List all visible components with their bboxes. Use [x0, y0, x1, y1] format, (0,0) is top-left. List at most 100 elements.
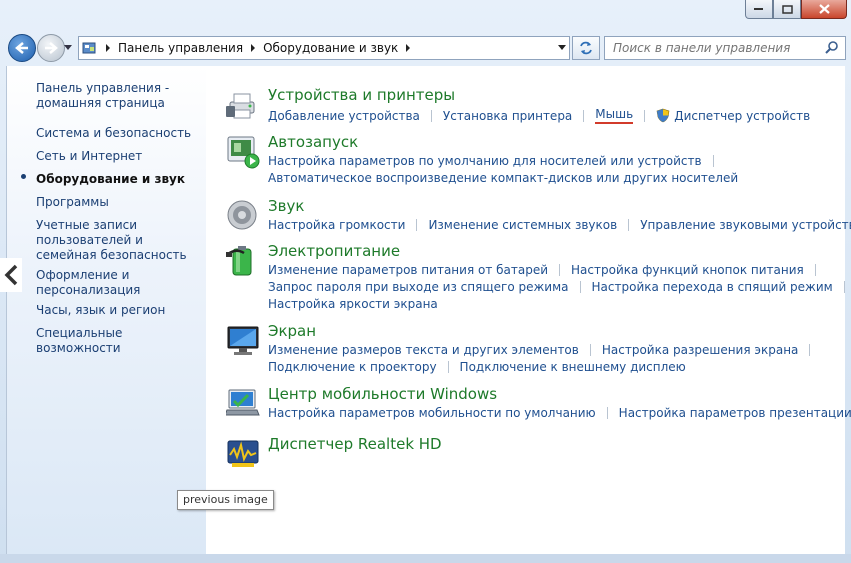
link-battery-settings[interactable]: Изменение параметров питания от батарей — [268, 263, 548, 277]
maximize-button[interactable] — [773, 0, 801, 19]
link-volume[interactable]: Настройка громкости — [268, 218, 405, 232]
separator — [628, 219, 630, 231]
sidebar: Панель управления - домашняя страница Си… — [6, 66, 207, 554]
speaker-icon[interactable] — [226, 199, 260, 233]
realtek-icon[interactable] — [226, 437, 260, 471]
chevron-left-icon — [4, 264, 18, 286]
maximize-icon — [781, 4, 793, 14]
link-projector[interactable]: Подключение к проектору — [268, 360, 437, 374]
sidebar-item-appearance[interactable]: Оформление и персонализация — [36, 268, 201, 298]
link-autoplay-cds[interactable]: Автоматическое воспроизведение компакт-д… — [268, 171, 738, 185]
separator — [447, 361, 449, 373]
breadcrumb-separator[interactable] — [106, 44, 110, 52]
link-row: Подключение к проектору Подключение к вн… — [268, 360, 686, 374]
link-audio-devices[interactable]: Управление звуковыми устройствами — [640, 218, 851, 232]
separator — [430, 109, 432, 122]
sidebar-item-clock-region[interactable]: Часы, язык и регион — [36, 303, 201, 318]
search-input[interactable] — [611, 40, 825, 56]
breadcrumb-hardware-and-sound[interactable]: Оборудование и звук — [260, 37, 401, 59]
category-title[interactable]: Центр мобильности Windows — [268, 385, 497, 403]
breadcrumb-separator[interactable] — [251, 44, 256, 52]
sidebar-item-programs[interactable]: Программы — [36, 195, 201, 210]
sidebar-item-home[interactable]: Панель управления - домашняя страница — [36, 81, 201, 111]
link-row: Изменение размеров текста и других элеме… — [268, 343, 821, 357]
breadcrumb-control-panel[interactable]: Панель управления — [115, 37, 246, 59]
uac-shield-icon — [656, 108, 670, 123]
link-sleep-settings[interactable]: Настройка перехода в спящий режим — [592, 280, 833, 294]
link-external-display[interactable]: Подключение к внешнему дисплею — [460, 360, 686, 374]
address-bar[interactable]: Панель управления Оборудование и звук — [78, 36, 570, 60]
back-arrow-icon — [15, 42, 28, 54]
close-button[interactable] — [801, 0, 847, 19]
monitor-icon[interactable] — [226, 324, 260, 358]
printer-icon[interactable] — [226, 88, 260, 122]
caption-buttons — [745, 0, 847, 20]
separator — [589, 344, 591, 356]
separator — [644, 109, 646, 122]
link-row: Добавление устройства Установка принтера… — [268, 107, 810, 124]
sidebar-item-hardware-sound[interactable]: Оборудование и звук — [36, 172, 201, 187]
category-title[interactable]: Устройства и принтеры — [268, 86, 455, 104]
link-system-sounds[interactable]: Изменение системных звуков — [428, 218, 617, 232]
main-content: Устройства и принтеры Добавление устройс… — [206, 66, 851, 554]
battery-icon[interactable] — [226, 244, 260, 278]
breadcrumb-separator[interactable] — [406, 44, 411, 52]
link-row: Запрос пароля при выходе из спящего режи… — [268, 280, 851, 294]
separator — [814, 264, 816, 276]
link-autoplay-defaults[interactable]: Настройка параметров по умолчанию для но… — [268, 154, 702, 168]
search-box[interactable] — [604, 36, 846, 60]
previous-image-button[interactable] — [0, 258, 22, 292]
link-presentation-settings[interactable]: Настройка параметров презентации — [619, 406, 851, 420]
separator — [583, 109, 585, 122]
separator — [843, 281, 845, 293]
link-device-manager[interactable]: Диспетчер устройств — [674, 109, 810, 123]
category-title[interactable]: Диспетчер Realtek HD — [268, 435, 442, 453]
category-title[interactable]: Электропитание — [268, 242, 400, 260]
link-row: Настройка параметров мобильности по умол… — [268, 406, 851, 420]
search-icon[interactable] — [825, 40, 839, 54]
back-button[interactable] — [8, 34, 36, 62]
refresh-button[interactable] — [572, 36, 600, 60]
separator — [579, 281, 581, 293]
history-dropdown-icon[interactable] — [64, 43, 73, 52]
separator — [712, 155, 714, 167]
link-mobility-defaults[interactable]: Настройка параметров мобильности по умол… — [268, 406, 596, 420]
address-dropdown-icon[interactable] — [558, 45, 566, 50]
explorer-window: Панель управления Оборудование и звук Па… — [0, 0, 851, 563]
separator — [809, 344, 811, 356]
separator — [416, 219, 418, 231]
sidebar-item-accessibility[interactable]: Специальные возможности — [36, 326, 201, 356]
link-row: Изменение параметров питания от батарей … — [268, 263, 827, 277]
category-title[interactable]: Экран — [268, 322, 316, 340]
sidebar-item-system-security[interactable]: Система и безопасность — [36, 126, 201, 141]
tooltip: previous image — [177, 490, 274, 510]
link-mouse[interactable]: Мышь — [595, 107, 634, 124]
forward-arrow-icon — [45, 42, 58, 54]
sidebar-item-network[interactable]: Сеть и Интернет — [36, 149, 201, 164]
control-panel-small-icon — [79, 37, 101, 59]
separator — [559, 264, 561, 276]
link-wakeup-password[interactable]: Запрос пароля при выходе из спящего режи… — [268, 280, 569, 294]
minimize-icon — [754, 8, 763, 10]
category-title[interactable]: Автозапуск — [268, 133, 358, 151]
window-bottom-edge — [0, 554, 851, 563]
link-power-buttons[interactable]: Настройка функций кнопок питания — [571, 263, 804, 277]
link-row: Настройка громкости Изменение системных … — [268, 218, 851, 232]
sidebar-item-user-accounts[interactable]: Учетные записи пользователей и семейная … — [36, 218, 201, 263]
autoplay-icon[interactable] — [226, 135, 260, 169]
link-row: Настройка яркости экрана — [268, 297, 438, 311]
current-item-bullet — [21, 174, 26, 179]
mobility-center-icon[interactable] — [226, 387, 260, 421]
minimize-button[interactable] — [745, 0, 773, 19]
link-screen-resolution[interactable]: Настройка разрешения экрана — [602, 343, 799, 357]
link-install-printer[interactable]: Установка принтера — [443, 109, 572, 123]
close-icon — [818, 4, 830, 14]
forward-button[interactable] — [37, 34, 65, 62]
refresh-icon — [580, 41, 592, 55]
category-title[interactable]: Звук — [268, 197, 304, 215]
link-row: Автоматическое воспроизведение компакт-д… — [268, 171, 738, 185]
link-text-size[interactable]: Изменение размеров текста и других элеме… — [268, 343, 579, 357]
separator — [606, 407, 608, 419]
link-brightness[interactable]: Настройка яркости экрана — [268, 297, 438, 311]
link-add-device[interactable]: Добавление устройства — [268, 109, 420, 123]
